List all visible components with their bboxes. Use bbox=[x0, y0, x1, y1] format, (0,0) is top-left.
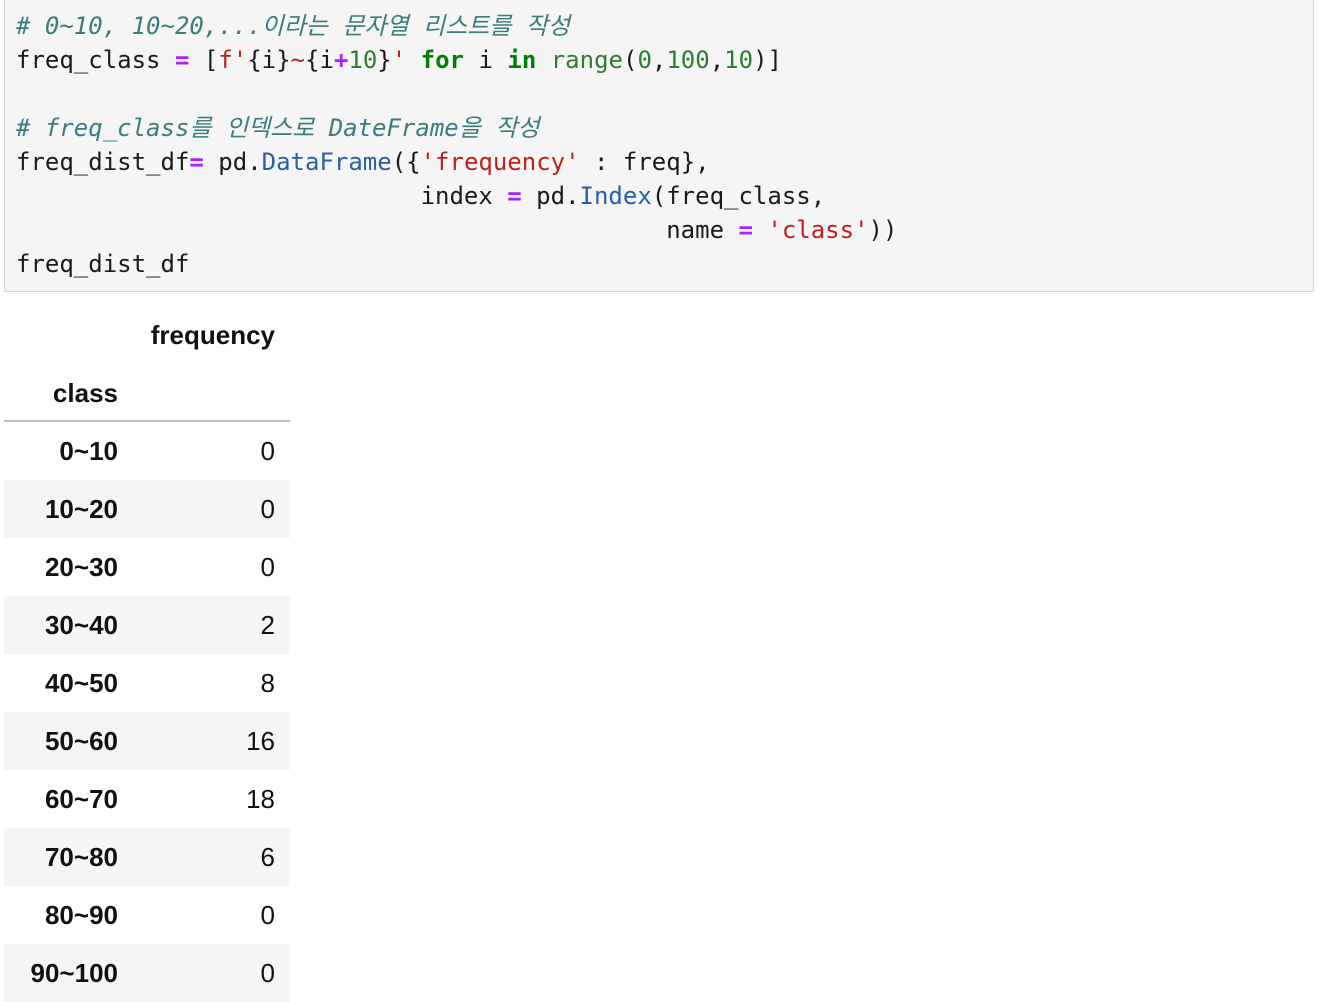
code-token: )] bbox=[753, 46, 782, 74]
row-index: 40~50 bbox=[44, 668, 118, 698]
code-token: range bbox=[550, 46, 623, 74]
table-row: 70~80 6 bbox=[4, 828, 290, 886]
row-frequency: 0 bbox=[260, 900, 275, 930]
code-token: = bbox=[189, 148, 204, 176]
row-index: 20~30 bbox=[44, 552, 118, 582]
code-token: 0 bbox=[637, 46, 652, 74]
code-token: freq_class bbox=[16, 46, 175, 74]
row-frequency: 2 bbox=[260, 610, 275, 640]
code-token: } bbox=[377, 46, 392, 74]
table-row: 10~20 0 bbox=[4, 480, 290, 538]
row-frequency: 0 bbox=[260, 436, 275, 466]
code-token: + bbox=[333, 46, 349, 74]
code-line-name: name = 'class')) bbox=[16, 213, 897, 247]
code-token: freq_dist_df bbox=[16, 148, 190, 176]
code-token: DataFrame bbox=[261, 148, 392, 176]
row-frequency: 6 bbox=[260, 842, 275, 872]
code-token: # 0~10, 10~20,...이라는 문자열 리스트를 작성 bbox=[16, 12, 570, 40]
code-line-index: index = pd.Index(freq_class, bbox=[16, 179, 826, 213]
code-token: = bbox=[174, 46, 190, 74]
code-token: [ bbox=[189, 46, 219, 74]
code-line-dataframe: freq_dist_df= pd.DataFrame({'frequency' … bbox=[16, 145, 710, 179]
code-token: freq_dist_df bbox=[16, 250, 190, 278]
row-frequency: 8 bbox=[260, 668, 275, 698]
column-header-frequency: frequency bbox=[150, 320, 275, 350]
row-frequency: 0 bbox=[260, 552, 275, 582]
table-row: 60~70 18 bbox=[4, 770, 290, 828]
code-cell[interactable]: # 0~10, 10~20,...이라는 문자열 리스트를 작성 freq_cl… bbox=[4, 0, 1314, 292]
code-token: in bbox=[507, 46, 537, 74]
code-token: {i bbox=[305, 46, 334, 74]
code-token: , bbox=[651, 46, 667, 74]
table-row: 40~50 8 bbox=[4, 654, 290, 712]
row-index: 90~100 bbox=[30, 958, 118, 988]
code-token: # freq_class를 인덱스로 DateFrame을 작성 bbox=[16, 114, 540, 142]
table-row: 90~100 0 bbox=[4, 944, 290, 1002]
row-index: 80~90 bbox=[44, 900, 118, 930]
table-row: 0~10 0 bbox=[4, 422, 290, 480]
code-token: 100 bbox=[666, 46, 710, 74]
code-token: f' bbox=[218, 46, 248, 74]
table-body: 0~10 0 10~20 0 20~30 0 30~40 2 40~50 8 5… bbox=[4, 422, 290, 1002]
row-index: 60~70 bbox=[44, 784, 118, 814]
row-frequency: 0 bbox=[260, 494, 275, 524]
code-token: ' bbox=[391, 46, 407, 74]
code-token: pd. bbox=[203, 148, 262, 176]
code-token: name bbox=[16, 216, 739, 244]
row-index: 50~60 bbox=[44, 726, 118, 756]
code-token: pd. bbox=[521, 182, 580, 210]
code-token: : freq}, bbox=[579, 148, 710, 176]
code-token: Index bbox=[579, 182, 652, 210]
row-index: 70~80 bbox=[44, 842, 118, 872]
code-token: = bbox=[507, 182, 522, 210]
row-frequency: 18 bbox=[246, 784, 275, 814]
table-row: 80~90 0 bbox=[4, 886, 290, 944]
table-row: 50~60 16 bbox=[4, 712, 290, 770]
code-token: ({ bbox=[391, 148, 421, 176]
code-token: index bbox=[16, 182, 508, 210]
code-token: ( bbox=[622, 46, 638, 74]
code-token: {i} bbox=[247, 46, 291, 74]
code-token: , bbox=[709, 46, 725, 74]
code-token: 10 bbox=[724, 46, 754, 74]
table-row: 30~40 2 bbox=[4, 596, 290, 654]
row-frequency: 16 bbox=[246, 726, 275, 756]
code-token: )) bbox=[868, 216, 898, 244]
row-index: 0~10 bbox=[59, 436, 118, 466]
code-token: i bbox=[464, 46, 508, 74]
code-token: (freq_class, bbox=[651, 182, 826, 210]
table-row: 20~30 0 bbox=[4, 538, 290, 596]
index-name-class: class bbox=[52, 378, 118, 408]
code-line-comment-2: # freq_class를 인덱스로 DateFrame을 작성 bbox=[16, 111, 539, 145]
code-token: for bbox=[420, 46, 465, 74]
code-line-comment-1: # 0~10, 10~20,...이라는 문자열 리스트를 작성 bbox=[16, 9, 570, 43]
row-frequency: 0 bbox=[260, 958, 275, 988]
code-token: = bbox=[738, 216, 753, 244]
code-token: 10 bbox=[348, 46, 378, 74]
row-index: 30~40 bbox=[44, 610, 118, 640]
code-token: 'class' bbox=[767, 216, 869, 244]
code-token: 'frequency' bbox=[420, 148, 580, 176]
code-line-output-var: freq_dist_df bbox=[16, 247, 189, 281]
code-token: ~ bbox=[290, 46, 306, 74]
code-line-freq-class: freq_class = [f'{i}~{i+10}' for i in ran… bbox=[16, 43, 782, 77]
row-index: 10~20 bbox=[44, 494, 118, 524]
